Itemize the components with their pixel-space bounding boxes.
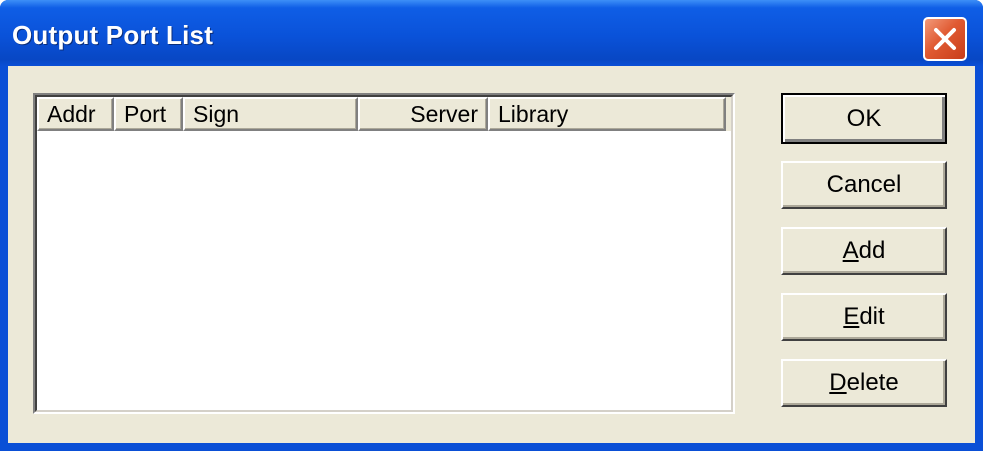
column-header-port[interactable]: Port xyxy=(114,97,183,131)
column-header-library[interactable]: Library xyxy=(488,97,726,131)
window-title: Output Port List xyxy=(12,20,214,50)
dialog-window: Output Port List Addr Port Sign Server L… xyxy=(0,0,983,451)
cancel-button[interactable]: Cancel xyxy=(781,161,947,209)
delete-button-label: elete xyxy=(846,369,899,396)
close-button[interactable] xyxy=(923,17,967,61)
edit-button[interactable]: Edit xyxy=(781,293,947,341)
add-button[interactable]: Add xyxy=(781,227,947,275)
output-port-list[interactable]: Addr Port Sign Server Library xyxy=(33,93,735,414)
edit-button-mnemonic: E xyxy=(843,303,860,330)
column-header-sign[interactable]: Sign xyxy=(183,97,358,131)
edit-button-label: dit xyxy=(859,303,885,330)
delete-button[interactable]: Delete xyxy=(781,359,947,407)
add-button-mnemonic: A xyxy=(842,237,859,264)
add-button-label: dd xyxy=(858,237,886,264)
column-header-server[interactable]: Server xyxy=(358,97,488,131)
title-bar[interactable]: Output Port List xyxy=(0,0,983,66)
column-header-addr[interactable]: Addr xyxy=(37,97,114,131)
dialog-client-area: Addr Port Sign Server Library OK Cancel … xyxy=(8,66,975,443)
delete-button-mnemonic: D xyxy=(829,369,847,396)
list-header: Addr Port Sign Server Library xyxy=(37,97,731,131)
ok-button[interactable]: OK xyxy=(781,93,947,144)
